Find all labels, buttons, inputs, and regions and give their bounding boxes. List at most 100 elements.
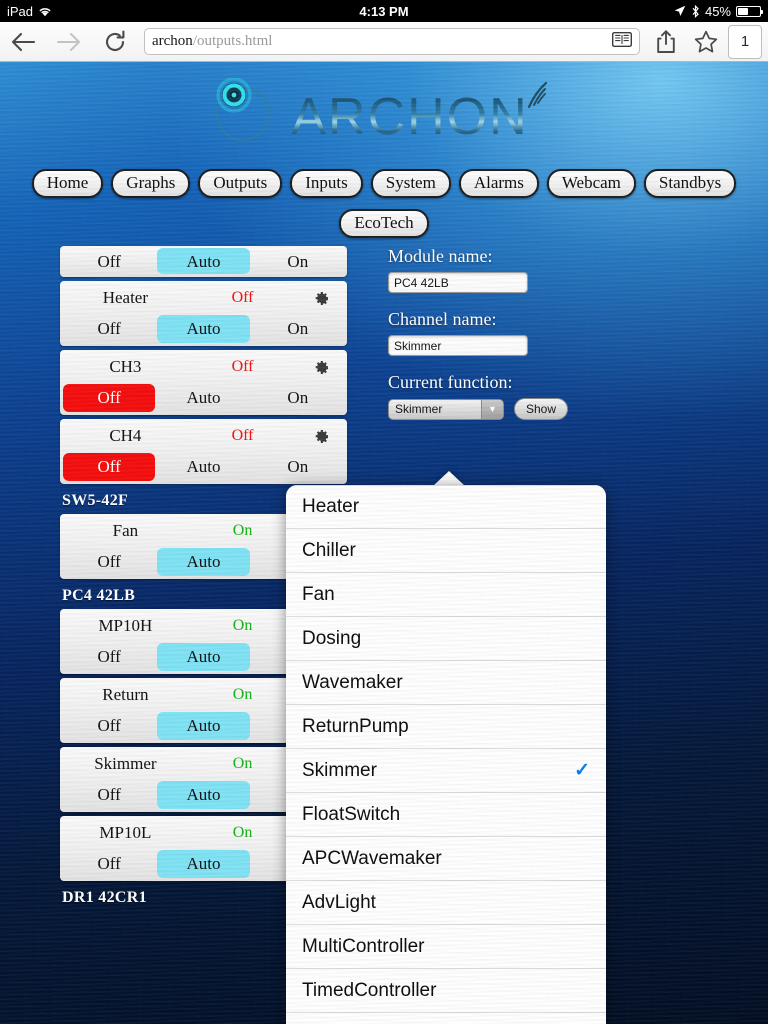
output-mode-off-button[interactable]: Off — [63, 248, 155, 274]
function-option-skimmer[interactable]: Skimmer ✓ — [286, 749, 606, 793]
function-option-label: TimedController — [302, 979, 437, 1001]
output-name: Fan — [112, 521, 139, 540]
reader-view-icon[interactable] — [611, 31, 633, 52]
nav-item-ecotech[interactable]: EcoTech — [339, 209, 429, 238]
function-option-heater[interactable]: Heater — [286, 485, 606, 529]
back-button[interactable] — [0, 31, 46, 53]
output-state: On — [232, 686, 253, 703]
bluetooth-icon — [691, 4, 700, 18]
output-mode-on-button[interactable]: On — [252, 453, 344, 481]
reload-button[interactable] — [92, 30, 138, 54]
output-state: On — [232, 755, 253, 772]
ios-status-bar: iPad 4:13 PM 45% — [0, 0, 768, 22]
output-mode-auto-button[interactable]: Auto — [157, 850, 250, 878]
output-mode-auto-button[interactable]: Auto — [157, 712, 250, 740]
output-mode-off-button[interactable]: Off — [63, 781, 155, 809]
function-select-row: Skimmer ▼ Show — [388, 398, 718, 420]
popover-tail — [433, 471, 465, 486]
module-name-input[interactable]: PC4 42LB — [388, 272, 528, 293]
function-option-label: ReturnPump — [302, 715, 409, 737]
function-option-label: MultiController — [302, 935, 425, 957]
output-mode-off-button[interactable]: Off — [63, 850, 155, 878]
nav-item-outputs[interactable]: Outputs — [198, 169, 283, 198]
output-mode-off-button[interactable]: Off — [63, 453, 156, 481]
function-options-popover: Heater Chiller Fan Dosing Wavemaker ReturnPum… — [286, 485, 606, 1024]
output-mode-on-button[interactable]: On — [252, 248, 344, 274]
function-option-apcwavemaker[interactable]: APCWavemaker — [286, 837, 606, 881]
function-option-floatswitch[interactable]: FloatSwitch — [286, 793, 606, 837]
star-icon — [694, 30, 718, 52]
function-option-fan[interactable]: Fan — [286, 573, 606, 617]
function-option-label: FloatSwitch — [302, 803, 401, 825]
function-option-dosing[interactable]: Dosing — [286, 617, 606, 661]
tab-count-button[interactable]: 1 — [728, 24, 762, 59]
gear-icon[interactable] — [298, 428, 343, 445]
show-button[interactable]: Show — [514, 398, 568, 420]
function-option-timedcontroller[interactable]: TimedController — [286, 969, 606, 1013]
nav-item-graphs[interactable]: Graphs — [111, 169, 191, 198]
function-option-chiller[interactable]: Chiller — [286, 529, 606, 573]
current-function-value: Skimmer — [395, 402, 443, 416]
bookmark-button[interactable] — [686, 30, 726, 54]
output-mode-off-button[interactable]: Off — [63, 548, 155, 576]
output-state: Off — [231, 289, 254, 306]
function-option-wavemaker[interactable]: Wavemaker — [286, 661, 606, 705]
output-mode-auto-button[interactable]: Auto — [157, 315, 250, 343]
function-option-advlight[interactable]: AdvLight — [286, 881, 606, 925]
output-mode-off-button[interactable]: Off — [63, 712, 155, 740]
output-state: Off — [231, 358, 254, 375]
function-option-label: AdvLight — [302, 891, 376, 913]
output-mode-auto-button[interactable]: Auto — [157, 781, 250, 809]
current-function-select[interactable]: Skimmer ▼ — [388, 398, 504, 420]
location-arrow-icon — [674, 5, 686, 17]
nav-item-system[interactable]: System — [370, 169, 451, 198]
nav-item-inputs[interactable]: Inputs — [290, 169, 363, 198]
output-mode-off-button[interactable]: Off — [63, 315, 155, 343]
nav-item-alarms[interactable]: Alarms — [458, 169, 539, 198]
output-state: On — [232, 824, 253, 841]
forward-button[interactable] — [46, 31, 92, 53]
channel-detail-form: Module name: PC4 42LB Channel name: Skim… — [388, 246, 718, 420]
nav-item-standbys[interactable]: Standbys — [643, 169, 737, 198]
forward-arrow-icon — [56, 32, 81, 51]
function-option-label: Dosing — [302, 627, 362, 649]
output-name: Return — [102, 685, 149, 704]
status-bar-right: 45% — [674, 3, 763, 19]
ipad-safari-screen: iPad 4:13 PM 45% archon /outputs.html 1 … — [0, 0, 768, 1024]
output-mode-auto-button[interactable]: Auto — [157, 548, 250, 576]
output-name: CH3 — [109, 357, 142, 376]
output-mode-auto-button[interactable]: Auto — [157, 248, 250, 274]
gear-icon[interactable] — [298, 290, 343, 307]
function-option-label: Chiller — [302, 539, 356, 561]
output-card: Off Auto On — [60, 246, 347, 277]
output-card: Heater Off Off Auto On — [60, 281, 347, 346]
output-mode-auto-button[interactable]: Auto — [157, 643, 250, 671]
output-mode-segments: OffAutoOn — [60, 246, 347, 277]
channel-name-input[interactable]: Skimmer — [388, 335, 528, 356]
function-option-multicontroller[interactable]: MultiController — [286, 925, 606, 969]
output-card: CH3 Off Off Auto On — [60, 350, 347, 415]
url-path: /outputs.html — [192, 33, 273, 49]
function-option-label: Heater — [302, 496, 360, 517]
output-mode-segments: OffAutoOn — [60, 453, 347, 484]
output-mode-auto-button[interactable]: Auto — [157, 384, 249, 412]
output-mode-on-button[interactable]: On — [252, 315, 344, 343]
output-mode-auto-button[interactable]: Auto — [157, 453, 249, 481]
output-state: Off — [231, 427, 254, 444]
nav-item-home[interactable]: Home — [31, 169, 104, 198]
output-mode-off-button[interactable]: Off — [63, 384, 156, 412]
output-card: CH4 Off Off Auto On — [60, 419, 347, 484]
address-bar[interactable]: archon/outputs.html — [144, 28, 640, 55]
gear-icon[interactable] — [298, 359, 343, 376]
url-host: archon — [152, 33, 193, 49]
checkmark-icon: ✓ — [574, 760, 590, 781]
share-button[interactable] — [646, 29, 686, 54]
function-option-returnpump[interactable]: ReturnPump — [286, 705, 606, 749]
output-state: On — [232, 617, 253, 634]
back-arrow-icon — [11, 32, 36, 51]
nav-item-webcam[interactable]: Webcam — [546, 169, 636, 198]
output-mode-off-button[interactable]: Off — [63, 643, 155, 671]
function-option-mlc[interactable]: MLC — [286, 1013, 606, 1024]
battery-percent-label: 45% — [704, 3, 731, 19]
output-mode-on-button[interactable]: On — [252, 384, 344, 412]
